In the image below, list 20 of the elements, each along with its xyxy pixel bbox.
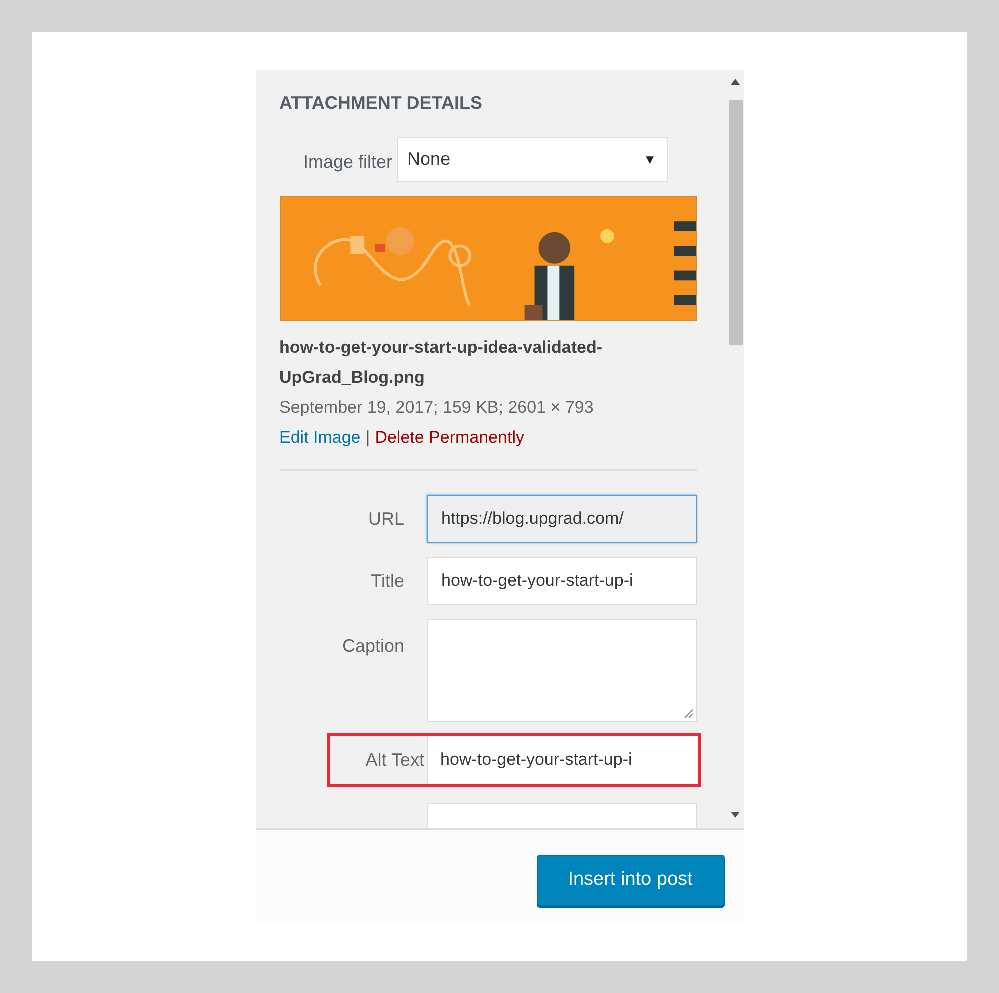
scrollbar-thumb[interactable] — [728, 100, 742, 345]
insert-button[interactable]: Insert into post — [536, 855, 724, 906]
image-filter-select[interactable]: None ▼ — [396, 137, 668, 182]
scroll-down-icon[interactable] — [731, 812, 740, 818]
edit-link[interactable]: Edit Image — [280, 423, 361, 453]
field-label: Alt Text — [364, 748, 426, 772]
file-name: how-to-get-your-start-up-idea-validated-UpGrad_Blog.png — [280, 337, 604, 389]
field-label: Caption — [341, 635, 404, 658]
scroll-up-icon[interactable] — [731, 79, 740, 85]
file-meta: September 19, 2017; 159 KB; 2601 × 793 — [280, 397, 595, 419]
image-filter-label: Image filter — [304, 151, 393, 174]
panel-heading: ATTACHMENT DETAILS — [280, 92, 484, 115]
caption-field[interactable] — [426, 619, 696, 722]
delete-link[interactable]: Delete Permanently — [375, 423, 524, 453]
field-label: Title — [370, 570, 404, 592]
link-separator: | — [366, 427, 370, 449]
text-field[interactable]: how-to-get-your-start-up-i — [428, 736, 696, 784]
text-field[interactable]: how-to-get-your-start-up-i — [426, 557, 696, 605]
text-field[interactable]: https://blog.upgrad.com/ — [426, 495, 696, 543]
field-label: URL — [367, 508, 404, 530]
